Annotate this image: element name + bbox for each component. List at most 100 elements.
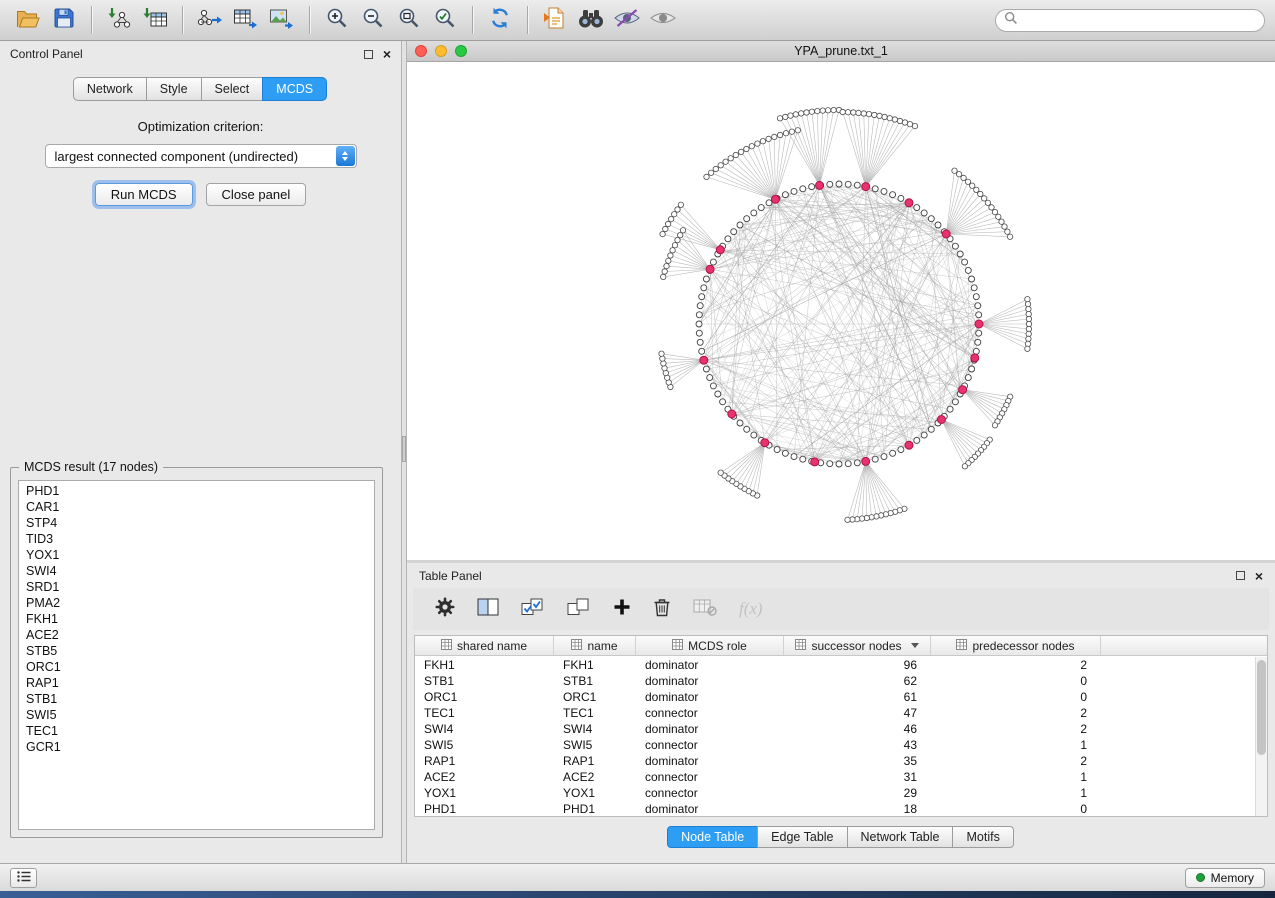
mcds-result-item[interactable]: TID3: [19, 531, 374, 547]
network-node[interactable]: [831, 107, 836, 112]
network-node[interactable]: [836, 461, 842, 467]
network-node[interactable]: [985, 200, 990, 205]
network-edge[interactable]: [726, 162, 776, 200]
table-cell-role[interactable]: connector: [636, 738, 784, 752]
table-scrollbar[interactable]: [1255, 657, 1267, 816]
memory-button[interactable]: Memory: [1185, 868, 1265, 888]
network-node[interactable]: [952, 243, 958, 249]
network-node[interactable]: [947, 406, 953, 412]
select-all-button[interactable]: [521, 597, 545, 622]
network-node[interactable]: [777, 116, 782, 121]
table-cell-role[interactable]: dominator: [636, 674, 784, 688]
network-node[interactable]: [861, 111, 866, 116]
table-cell-successors[interactable]: 46: [784, 722, 931, 736]
network-node[interactable]: [708, 170, 713, 175]
network-node[interactable]: [766, 136, 771, 141]
network-edge[interactable]: [866, 461, 877, 516]
add-row-button[interactable]: [613, 598, 631, 621]
export-network-button[interactable]: [192, 4, 228, 36]
network-edge[interactable]: [673, 250, 711, 269]
network-node[interactable]: [969, 366, 975, 372]
table-cell-name[interactable]: SWI5: [554, 738, 636, 752]
network-edge[interactable]: [941, 420, 984, 447]
network-node[interactable]: [696, 321, 702, 327]
network-edge[interactable]: [721, 165, 776, 199]
table-cell-shared_name[interactable]: SWI5: [415, 738, 554, 752]
columns-button[interactable]: [477, 598, 499, 621]
network-edge[interactable]: [909, 203, 972, 369]
network-node[interactable]: [928, 216, 934, 222]
network-canvas[interactable]: [407, 62, 1275, 559]
network-node[interactable]: [877, 113, 882, 118]
network-edge[interactable]: [848, 112, 866, 186]
table-row[interactable]: ORC1ORC1dominator610: [415, 689, 1255, 705]
network-node[interactable]: [760, 139, 765, 144]
network-node[interactable]: [795, 128, 800, 133]
network-node[interactable]: [974, 187, 979, 192]
clone-network-button[interactable]: [537, 4, 573, 36]
network-node[interactable]: [928, 426, 934, 432]
network-node[interactable]: [701, 285, 707, 291]
network-node[interactable]: [1026, 316, 1031, 321]
import-table-button[interactable]: [137, 4, 173, 36]
zoom-fit-button[interactable]: [391, 4, 427, 36]
network-node[interactable]: [970, 183, 975, 188]
network-node[interactable]: [1007, 234, 1012, 239]
network-node[interactable]: [992, 423, 997, 428]
network-dominator-node[interactable]: [942, 230, 950, 238]
mcds-result-item[interactable]: GCR1: [19, 739, 374, 755]
table-row[interactable]: TEC1TEC1connector472: [415, 705, 1255, 721]
network-node[interactable]: [672, 243, 677, 248]
network-dominator-node[interactable]: [975, 320, 983, 328]
network-node[interactable]: [675, 207, 680, 212]
network-dominator-node[interactable]: [959, 386, 967, 394]
network-edge[interactable]: [963, 390, 1000, 418]
network-dominator-node[interactable]: [771, 195, 779, 203]
table-cell-name[interactable]: ACE2: [554, 770, 636, 784]
network-node[interactable]: [962, 259, 968, 265]
tab-motifs[interactable]: Motifs: [952, 826, 1013, 848]
network-node[interactable]: [890, 450, 896, 456]
network-node[interactable]: [999, 219, 1004, 224]
network-dominator-node[interactable]: [937, 416, 945, 424]
network-node[interactable]: [751, 432, 757, 438]
network-edge[interactable]: [736, 443, 765, 484]
network-node[interactable]: [660, 356, 665, 361]
network-edge[interactable]: [702, 351, 858, 463]
column-header-shared-name[interactable]: shared name: [415, 636, 554, 655]
network-node[interactable]: [952, 168, 957, 173]
network-node[interactable]: [662, 269, 667, 274]
network-node[interactable]: [718, 163, 723, 168]
network-node[interactable]: [774, 447, 780, 453]
network-node[interactable]: [907, 122, 912, 127]
table-cell-name[interactable]: TEC1: [554, 706, 636, 720]
network-edge[interactable]: [866, 461, 900, 510]
mcds-result-item[interactable]: PMA2: [19, 595, 374, 611]
network-node[interactable]: [872, 186, 878, 192]
network-edge[interactable]: [866, 121, 900, 187]
network-node[interactable]: [699, 294, 705, 300]
network-edge[interactable]: [941, 420, 965, 467]
table-cell-role[interactable]: dominator: [636, 722, 784, 736]
table-cell-successors[interactable]: 61: [784, 690, 931, 704]
network-node[interactable]: [898, 195, 904, 201]
export-table-button[interactable]: [228, 4, 264, 36]
hide-details-button[interactable]: [609, 4, 645, 36]
network-node[interactable]: [725, 236, 731, 242]
mcds-result-item[interactable]: STB5: [19, 643, 374, 659]
table-cell-predecessors[interactable]: 1: [931, 738, 1101, 752]
network-node[interactable]: [800, 456, 806, 462]
network-node[interactable]: [703, 276, 709, 282]
import-network-button[interactable]: [101, 4, 137, 36]
network-node[interactable]: [663, 226, 668, 231]
table-cell-successors[interactable]: 96: [784, 658, 931, 672]
network-node[interactable]: [892, 117, 897, 122]
network-node[interactable]: [737, 222, 743, 228]
table-cell-name[interactable]: PHD1: [554, 802, 636, 816]
network-node[interactable]: [666, 258, 671, 263]
network-node[interactable]: [744, 146, 749, 151]
network-node[interactable]: [1025, 301, 1030, 306]
network-node[interactable]: [952, 399, 958, 405]
network-node[interactable]: [788, 113, 793, 118]
mcds-result-item[interactable]: PHD1: [19, 483, 374, 499]
